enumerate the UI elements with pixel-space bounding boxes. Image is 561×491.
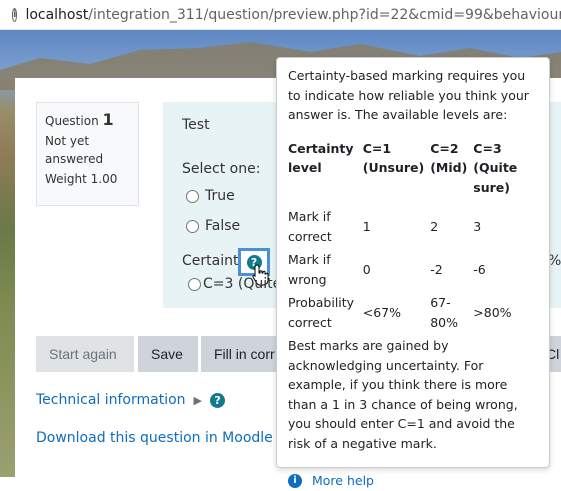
table-cell: 0 xyxy=(362,261,371,277)
table-cell: <67% xyxy=(362,304,402,320)
question-status: Not yet answered xyxy=(45,134,104,166)
table-cell: Probability correct xyxy=(288,295,355,330)
question-number: 1 xyxy=(102,110,114,129)
save-button[interactable]: Save xyxy=(138,336,198,372)
table-cell: 1 xyxy=(362,218,371,234)
question-text: Test xyxy=(182,117,210,133)
technical-information[interactable]: Technical information ▶ ? xyxy=(36,392,226,408)
info-circle-icon: i xyxy=(288,473,302,488)
more-help-link[interactable]: i More help xyxy=(288,471,538,491)
table-header-row: Certainty level C=1 (Unsure) C=2 (Mid) C… xyxy=(288,139,538,208)
caret-right-icon[interactable]: ▶ xyxy=(194,394,202,407)
help-icon[interactable]: ? xyxy=(210,392,226,408)
table-row: Probability correct <67% 67-80% >80% xyxy=(288,293,538,336)
question-weight: Weight 1.00 xyxy=(45,172,118,186)
table-cell: Mark if wrong xyxy=(288,252,331,287)
table-cell: -2 xyxy=(430,261,443,277)
popover-intro: Certainty-based marking requires you to … xyxy=(288,68,529,122)
table-cell: 67-80% xyxy=(430,295,458,330)
certainty-table: Certainty level C=1 (Unsure) C=2 (Mid) C… xyxy=(288,139,538,337)
table-cell: -6 xyxy=(473,261,486,277)
table-cell: >80% xyxy=(473,304,512,320)
option-false-label: False xyxy=(205,218,241,234)
info-icon[interactable]: i xyxy=(12,7,18,22)
more-help-label[interactable]: More help xyxy=(312,471,374,491)
question-info-box: Question 1 Not yet answered Weight 1.00 xyxy=(36,102,139,206)
radio-c3[interactable] xyxy=(188,277,201,291)
radio-false[interactable] xyxy=(186,219,199,233)
certainty-help-popover: Certainty-based marking requires you to … xyxy=(276,57,550,488)
option-true[interactable]: True xyxy=(186,188,235,204)
table-header: C=3 (Quite sure) xyxy=(473,140,518,195)
technical-information-link[interactable]: Technical information xyxy=(36,392,186,408)
start-again-button[interactable]: Start again xyxy=(36,336,134,372)
table-cell: Mark if correct xyxy=(288,209,332,244)
certainty-c3-option[interactable]: C=3 (Quite xyxy=(188,276,281,292)
radio-true[interactable] xyxy=(186,189,199,203)
browser-address-bar[interactable]: i localhost/integration_311/question/pre… xyxy=(0,0,561,30)
fill-in-correct-button[interactable]: Fill in corr xyxy=(201,336,277,372)
url-text[interactable]: localhost/integration_311/question/previ… xyxy=(25,7,561,23)
select-one-prompt: Select one: xyxy=(182,161,261,177)
table-header: C=2 (Mid) xyxy=(430,140,468,176)
table-row: Mark if correct 1 2 3 xyxy=(288,207,538,250)
certainty-c3-label: C=3 (Quite xyxy=(203,276,282,292)
question-label: Question xyxy=(45,114,99,128)
option-false[interactable]: False xyxy=(186,218,240,234)
option-true-label: True xyxy=(205,188,235,204)
table-cell: 3 xyxy=(473,218,482,234)
download-xml-link[interactable]: Download this question in Moodle XM xyxy=(36,430,281,446)
table-cell: 2 xyxy=(430,218,439,234)
table-header: C=1 (Unsure) xyxy=(362,140,425,176)
table-header: Certainty level xyxy=(288,140,354,176)
popover-outro: Best marks are gained by acknowledging u… xyxy=(288,338,518,451)
table-row: Mark if wrong 0 -2 -6 xyxy=(288,250,538,293)
